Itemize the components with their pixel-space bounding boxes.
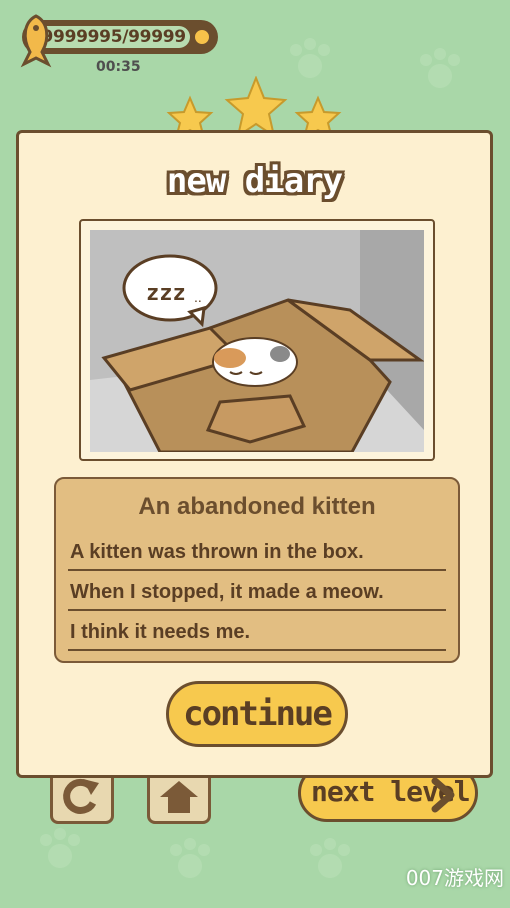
diary-photo: zzz .. xyxy=(90,230,424,452)
fish-icon xyxy=(20,14,52,68)
continue-button[interactable]: continue xyxy=(166,681,348,747)
paw-print-decoration xyxy=(40,828,80,868)
continue-label: continue xyxy=(183,694,333,734)
svg-text:zzz: zzz xyxy=(146,281,186,306)
home-icon xyxy=(160,781,198,813)
timer-text: 00:35 xyxy=(96,59,141,75)
paw-print-decoration xyxy=(170,838,210,878)
star-icon xyxy=(224,76,288,139)
restart-button[interactable] xyxy=(50,770,114,824)
chevron-right-icon xyxy=(431,777,455,813)
svg-text:..: .. xyxy=(194,289,202,305)
paw-print-decoration xyxy=(310,838,350,878)
restart-icon xyxy=(63,778,99,814)
diary-photo-frame: zzz .. xyxy=(79,219,435,461)
diary-line: A kitten was thrown in the box. xyxy=(68,531,446,571)
story-title: An abandoned kitten xyxy=(138,493,376,520)
sleeping-kitten-illustration: zzz .. xyxy=(90,230,424,452)
diary-text-box: An abandoned kitten A kitten was thrown … xyxy=(54,477,460,663)
plus-icon[interactable] xyxy=(192,27,212,47)
diary-line: I think it needs me. xyxy=(68,611,446,651)
home-button[interactable] xyxy=(147,770,211,824)
watermark: 007游戏网 xyxy=(405,866,504,890)
paw-print-decoration xyxy=(420,48,460,88)
diary-line: When I stopped, it made a meow. xyxy=(68,571,446,611)
diary-card: new diary zzz .. An abandoned kitten A k… xyxy=(16,130,493,778)
diary-title: new diary xyxy=(166,161,343,201)
